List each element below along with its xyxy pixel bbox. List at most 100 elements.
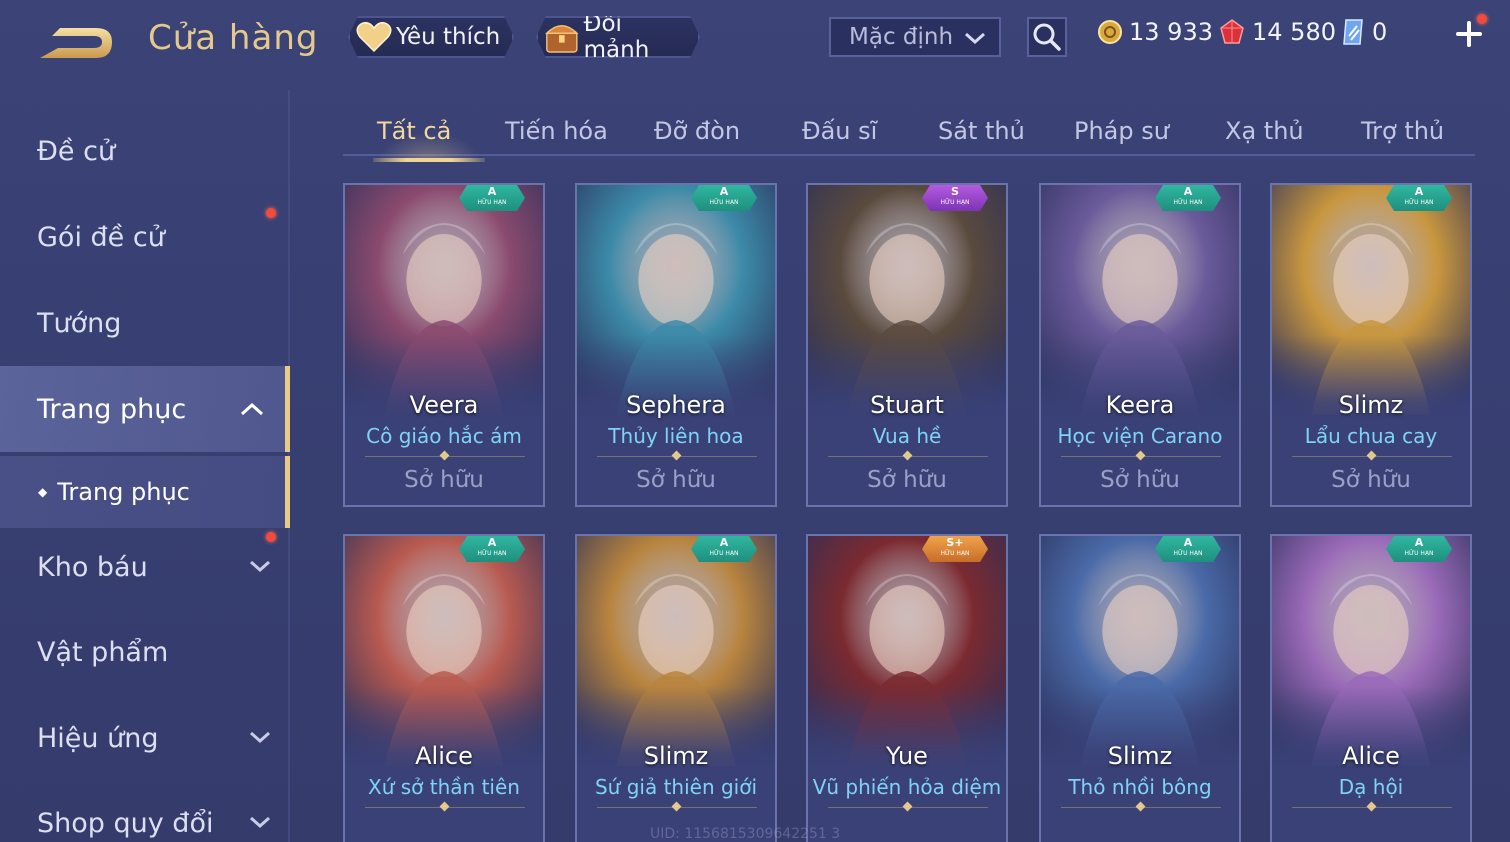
tab-label: Tiến hóa xyxy=(505,117,608,145)
sidebar-item-label: Tướng xyxy=(37,307,122,339)
skin-card[interactable]: A HỮU HẠN Veera Cô giáo hắc ám Sở hữu xyxy=(343,183,545,507)
skin-name: Thủy liên hoa xyxy=(608,424,744,448)
limited-tag: HỮU HẠN xyxy=(1404,199,1434,206)
card-divider xyxy=(828,456,988,457)
hero-name: Sephera xyxy=(626,391,726,419)
ownership-status: Sở hữu xyxy=(1100,467,1180,493)
limited-tag: HỮU HẠN xyxy=(1173,550,1203,557)
limited-tag: HỮU HẠN xyxy=(709,199,739,206)
sidebar-item-items[interactable]: Vật phẩm xyxy=(0,609,290,695)
rank-badge: A HỮU HẠN xyxy=(691,185,757,211)
blue-crystal-icon xyxy=(1343,19,1363,45)
diamond-amount: 0 xyxy=(1372,18,1388,46)
favorite-button[interactable]: Yêu thích xyxy=(348,16,514,58)
ownership-status: Sở hữu xyxy=(1331,467,1411,493)
gold-currency: 13 933 xyxy=(1097,18,1213,46)
tab-label: Tất cả xyxy=(377,117,452,145)
tab-fighter[interactable]: Đấu sĩ xyxy=(802,108,877,154)
tab-tank[interactable]: Đỡ đòn xyxy=(654,108,740,154)
tab-support[interactable]: Trợ thủ xyxy=(1361,108,1444,154)
tab-label: Xạ thủ xyxy=(1225,117,1304,145)
skin-card[interactable]: A HỮU HẠN Alice Xứ sở thần tiên xyxy=(343,534,545,842)
bullet-icon: ◆ xyxy=(38,485,48,499)
heart-icon xyxy=(356,21,392,53)
chevron-down-icon xyxy=(250,560,270,573)
rank-letter: A xyxy=(1414,536,1424,549)
sidebar-item-treasure[interactable]: Kho báu xyxy=(0,524,290,610)
skin-card[interactable]: A HỮU HẠN Slimz Sứ giả thiên giới xyxy=(575,534,777,842)
gold-amount: 13 933 xyxy=(1129,18,1213,46)
search-button[interactable] xyxy=(1027,17,1067,57)
tab-assassin[interactable]: Sát thủ xyxy=(938,108,1025,154)
tab-label: Sát thủ xyxy=(938,117,1025,145)
notification-dot xyxy=(266,208,276,218)
sort-dropdown[interactable]: Mặc định xyxy=(829,17,1001,57)
tab-mage[interactable]: Pháp sư xyxy=(1074,108,1169,154)
card-divider xyxy=(597,807,757,808)
sidebar-item-effects[interactable]: Hiệu ứng xyxy=(0,695,290,781)
tab-label: Trợ thủ xyxy=(1361,117,1445,145)
skin-name: Vua hề xyxy=(872,424,942,448)
rank-badge: S+ HỮU HẠN xyxy=(922,536,988,562)
limited-tag: HỮU HẠN xyxy=(477,199,507,206)
hero-name: Slimz xyxy=(1338,391,1404,419)
chevron-up-icon xyxy=(240,402,264,416)
skin-card[interactable]: A HỮU HẠN Slimz Thỏ nhồi bông xyxy=(1039,534,1241,842)
rank-badge: A HỮU HẠN xyxy=(459,536,525,562)
tab-label: Pháp sư xyxy=(1074,117,1169,145)
rank-letter: A xyxy=(1183,536,1193,549)
sidebar-item-recommended[interactable]: Đề cử xyxy=(0,108,290,194)
skin-name: Dạ hội xyxy=(1338,775,1404,799)
skin-card[interactable]: S HỮU HẠN Stuart Vua hề Sở hữu xyxy=(806,183,1008,507)
hero-name: Slimz xyxy=(643,742,709,770)
sidebar-item-label: Hiệu ứng xyxy=(37,722,159,754)
page-title: Cửa hàng xyxy=(148,18,319,58)
favorite-label: Yêu thích xyxy=(396,24,501,50)
sidebar-subitem-label: Trang phục xyxy=(57,478,190,506)
sidebar-item-exchange-shop[interactable]: Shop quy đổi xyxy=(0,780,290,842)
sidebar-subitem-skins[interactable]: ◆ Trang phục xyxy=(0,456,290,528)
back-arrow-icon xyxy=(40,28,112,58)
sidebar-item-recommended-bundles[interactable]: Gói đề cử xyxy=(0,194,290,280)
search-icon xyxy=(1033,23,1061,51)
skin-card[interactable]: A HỮU HẠN Alice Dạ hội xyxy=(1270,534,1472,842)
rank-badge: S HỮU HẠN xyxy=(922,185,988,211)
skin-card[interactable]: A HỮU HẠN Keera Học viện Carano Sở hữu xyxy=(1039,183,1241,507)
card-divider xyxy=(1292,807,1452,808)
limited-tag: HỮU HẠN xyxy=(709,550,739,557)
skin-name: Sứ giả thiên giới xyxy=(594,775,758,799)
voucher-currency: 14 580 xyxy=(1218,18,1336,46)
tab-evolution[interactable]: Tiến hóa xyxy=(505,108,608,154)
back-button[interactable] xyxy=(36,18,118,66)
hero-name: Stuart xyxy=(870,391,944,419)
skin-name: Thỏ nhồi bông xyxy=(1068,775,1212,799)
chevron-down-icon xyxy=(965,32,985,45)
card-divider xyxy=(828,807,988,808)
skin-card[interactable]: A HỮU HẠN Slimz Lẩu chua cay Sở hữu xyxy=(1270,183,1472,507)
user-id-watermark: UID: 1156815309642251 3 xyxy=(650,826,841,842)
sidebar-item-heroes[interactable]: Tướng xyxy=(0,280,290,366)
rank-letter: A xyxy=(719,536,729,549)
sidebar-item-label: Gói đề cử xyxy=(37,221,165,253)
skin-card[interactable]: A HỮU HẠN Sephera Thủy liên hoa Sở hữu xyxy=(575,183,777,507)
hero-name: Keera xyxy=(1105,391,1175,419)
tab-all[interactable]: Tất cả xyxy=(372,108,486,162)
skin-card[interactable]: S+ HỮU HẠN Yue Vũ phiến hỏa diệm xyxy=(806,534,1008,842)
ownership-status: Sở hữu xyxy=(867,467,947,493)
card-divider xyxy=(365,456,525,457)
exchange-shards-button[interactable]: Đổi mảnh xyxy=(536,16,700,58)
tabs-underline xyxy=(343,154,1475,156)
ownership-status: Sở hữu xyxy=(404,467,484,493)
rank-badge: A HỮU HẠN xyxy=(459,185,525,211)
red-gem-icon xyxy=(1220,19,1244,44)
rank-letter: A xyxy=(487,185,497,198)
limited-tag: HỮU HẠN xyxy=(1173,199,1203,206)
sidebar-item-label: Đề cử xyxy=(37,135,116,167)
sidebar-item-skins[interactable]: Trang phục xyxy=(0,366,290,452)
limited-tag: HỮU HẠN xyxy=(477,550,507,557)
limited-tag: HỮU HẠN xyxy=(940,550,970,557)
tab-marksman[interactable]: Xạ thủ xyxy=(1225,108,1304,154)
exchange-shards-label: Đổi mảnh xyxy=(583,11,650,63)
limited-tag: HỮU HẠN xyxy=(1404,550,1434,557)
skin-name: Xứ sở thần tiên xyxy=(368,775,520,799)
